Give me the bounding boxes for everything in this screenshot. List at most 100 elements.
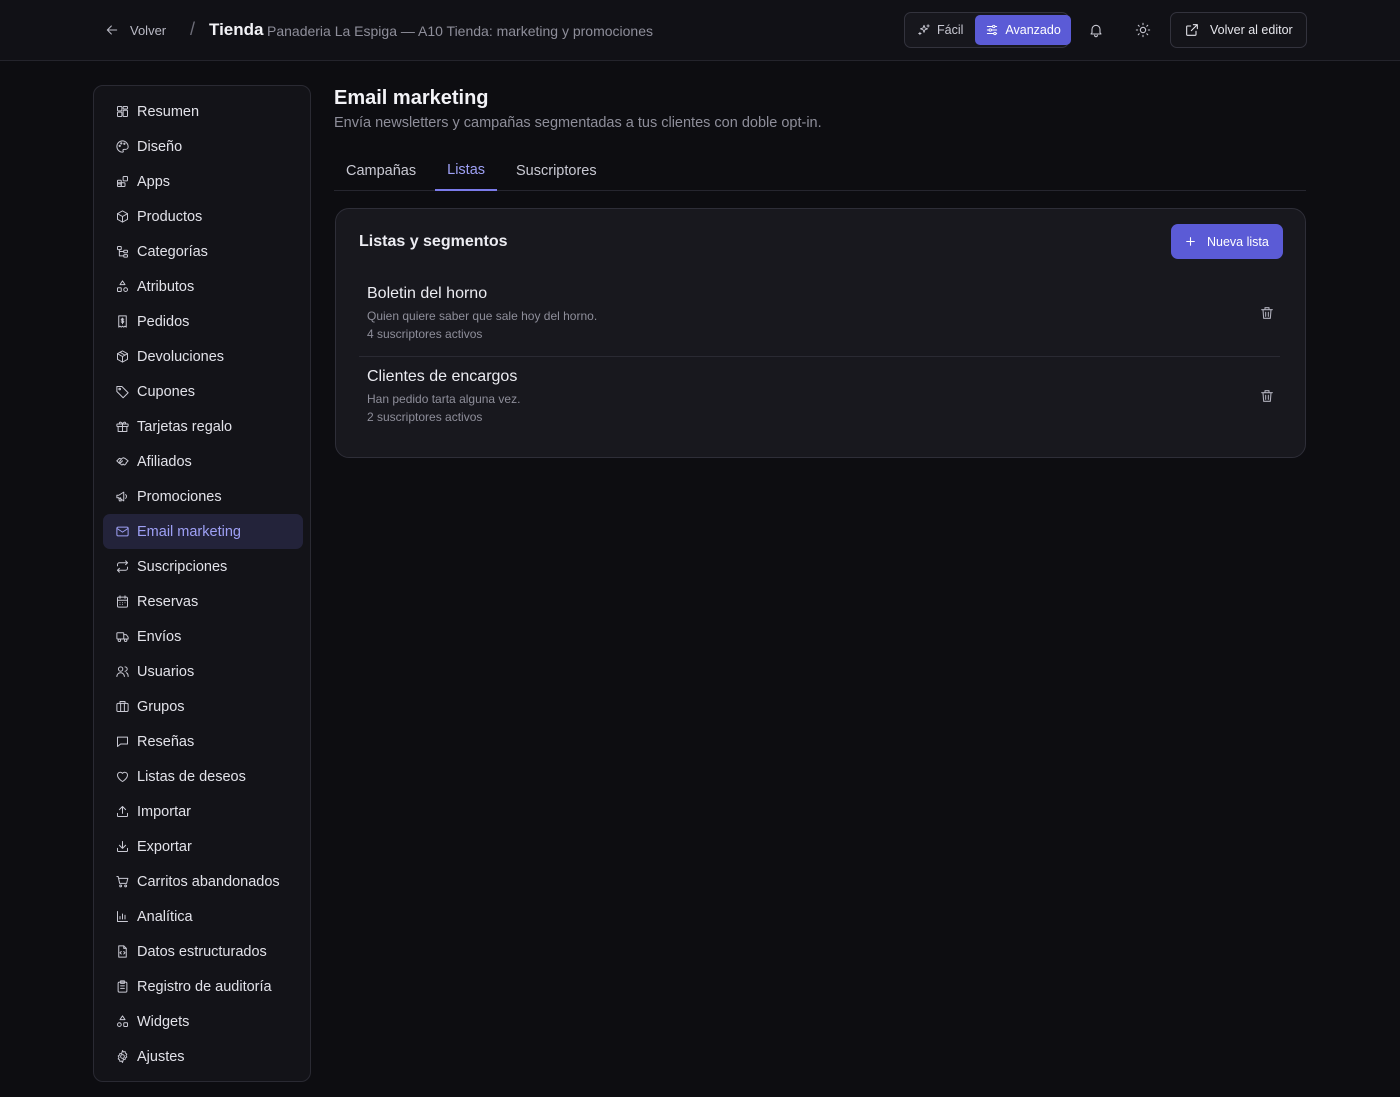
mode-advanced-button[interactable]: Avanzado [975,15,1071,45]
sidebar-item-label: Reservas [137,593,199,610]
sidebar-item-apps[interactable]: Apps [103,164,303,199]
sidebar: Resumen Diseño Apps Productos Categorías Atri… [93,85,311,1082]
sidebar-item-label: Analítica [137,908,193,925]
sidebar-item-cupones[interactable]: Cupones [103,374,303,409]
list-subscriber-count: 2 suscriptores activos [367,410,483,424]
sidebar-item-label: Ajustes [137,1048,185,1065]
lists-card: Listas y segmentos Nueva lista Boletin d… [335,208,1306,458]
sidebar-item-label: Devoluciones [137,348,225,365]
sidebar-item-atributos[interactable]: Atributos [103,269,303,304]
gift-icon [116,421,129,432]
sidebar-item-resumen[interactable]: Resumen [103,94,303,129]
theme-toggle-button[interactable] [1131,18,1155,42]
sidebar-item-label: Cupones [137,383,196,400]
tab-subscribers[interactable]: Suscriptores [504,150,609,191]
handshake-icon [116,457,129,466]
sidebar-item-productos[interactable]: Productos [103,199,303,234]
sidebar-item-usuarios[interactable]: Usuarios [103,654,303,689]
external-link-icon [1186,24,1198,36]
sidebar-item-label: Resumen [137,103,200,120]
list-name: Boletin del horno [367,285,488,302]
cart-icon [116,876,129,888]
mode-easy-label: Fácil [937,23,964,37]
sidebar-item-label: Listas de deseos [137,768,246,785]
sidebar-item-importar[interactable]: Importar [103,794,303,829]
delete-list-button[interactable] [1257,303,1277,323]
sidebar-item-pedidos[interactable]: Pedidos [103,304,303,339]
users-icon [116,666,129,677]
sidebar-item-diseno[interactable]: Diseño [103,129,303,164]
sidebar-item-label: Suscripciones [137,558,228,575]
sidebar-item-label: Envíos [137,628,182,645]
dashboard-icon [117,106,128,117]
sidebar-item-listas-de-deseos[interactable]: Listas de deseos [103,759,303,794]
sidebar-item-label: Tarjetas regalo [137,418,233,435]
sidebar-item-devoluciones[interactable]: Devoluciones [103,339,303,374]
sidebar-item-label: Registro de auditoría [137,978,272,995]
sidebar-item-label: Atributos [137,278,195,295]
sidebar-item-categorias[interactable]: Categorías [103,234,303,269]
sidebar-item-exportar[interactable]: Exportar [103,829,303,864]
mode-advanced-label: Avanzado [1005,23,1061,37]
mode-easy-button[interactable]: Fácil [907,15,973,45]
sidebar-item-grupos[interactable]: Grupos [103,689,303,724]
apps-icon [117,176,128,187]
back-to-editor-button[interactable]: Volver al editor [1170,12,1307,48]
sidebar-item-registro-de-auditoria[interactable]: Registro de auditoría [103,969,303,1004]
sidebar-item-reservas[interactable]: Reservas [103,584,303,619]
sidebar-item-label: Productos [137,208,203,225]
sidebar-item-datos-estructurados[interactable]: Datos estructurados [103,934,303,969]
bar-chart-icon [117,911,128,922]
sidebar-item-label: Email marketing [137,523,241,540]
sidebar-item-ajustes[interactable]: Ajustes [103,1039,303,1074]
sidebar-item-promociones[interactable]: Promociones [103,479,303,514]
mail-icon [116,526,129,537]
sidebar-item-widgets[interactable]: Widgets [103,1004,303,1039]
sidebar-item-afiliados[interactable]: Afiliados [103,444,303,479]
sidebar-item-label: Pedidos [137,313,190,330]
message-icon [117,736,128,747]
sun-icon [1135,22,1151,38]
back-button[interactable]: Volver [104,18,166,42]
groups-icon [116,701,129,712]
back-to-editor-label: Volver al editor [1210,23,1293,37]
package-return-icon [117,350,128,363]
receipt-icon [118,315,127,328]
tag-icon [116,386,129,399]
section-title: Email marketing [334,87,489,109]
breadcrumb-separator: / [190,19,196,39]
new-list-button[interactable]: Nueva lista [1171,224,1283,259]
sliders-icon [987,24,998,36]
sidebar-item-tarjetas-regalo[interactable]: Tarjetas regalo [103,409,303,444]
tab-lists[interactable]: Listas [435,150,498,191]
shapes-icon [117,280,128,292]
tree-icon [117,246,128,258]
list-description: Han pedido tarta alguna vez. [367,392,521,406]
delete-list-button[interactable] [1257,386,1277,406]
sidebar-item-label: Diseño [137,138,183,155]
sidebar-item-label: Exportar [137,838,192,855]
sidebar-item-label: Apps [137,173,171,190]
tab-campaigns[interactable]: Campañas [334,150,428,191]
sidebar-item-analitica[interactable]: Analítica [103,899,303,934]
palette-icon [116,140,129,153]
tab-bar: Campañas Listas Suscriptores [334,150,1306,191]
calendar-icon [117,595,128,608]
sidebar-item-label: Afiliados [137,453,192,470]
sidebar-item-carritos-abandonados[interactable]: Carritos abandonados [103,864,303,899]
sidebar-item-suscripciones[interactable]: Suscripciones [103,549,303,584]
trash-icon [1261,390,1273,402]
trash-icon [1261,307,1273,319]
sidebar-item-envios[interactable]: Envíos [103,619,303,654]
top-bar: Volver / Tienda Panaderia La Espiga — A1… [0,0,1400,61]
new-list-label: Nueva lista [1207,234,1269,249]
heart-icon [117,771,128,782]
sidebar-item-email-marketing[interactable]: Email marketing [103,514,303,549]
sidebar-item-resenas[interactable]: Reseñas [103,724,303,759]
upload-icon [117,806,128,817]
sidebar-item-label: Datos estructurados [137,943,267,960]
notifications-button[interactable] [1084,18,1108,42]
repeat-icon [117,560,128,573]
list-subscriber-count: 4 suscriptores activos [367,327,483,341]
list-item: Clientes de encargos Han pedido tarta al… [359,358,1280,440]
